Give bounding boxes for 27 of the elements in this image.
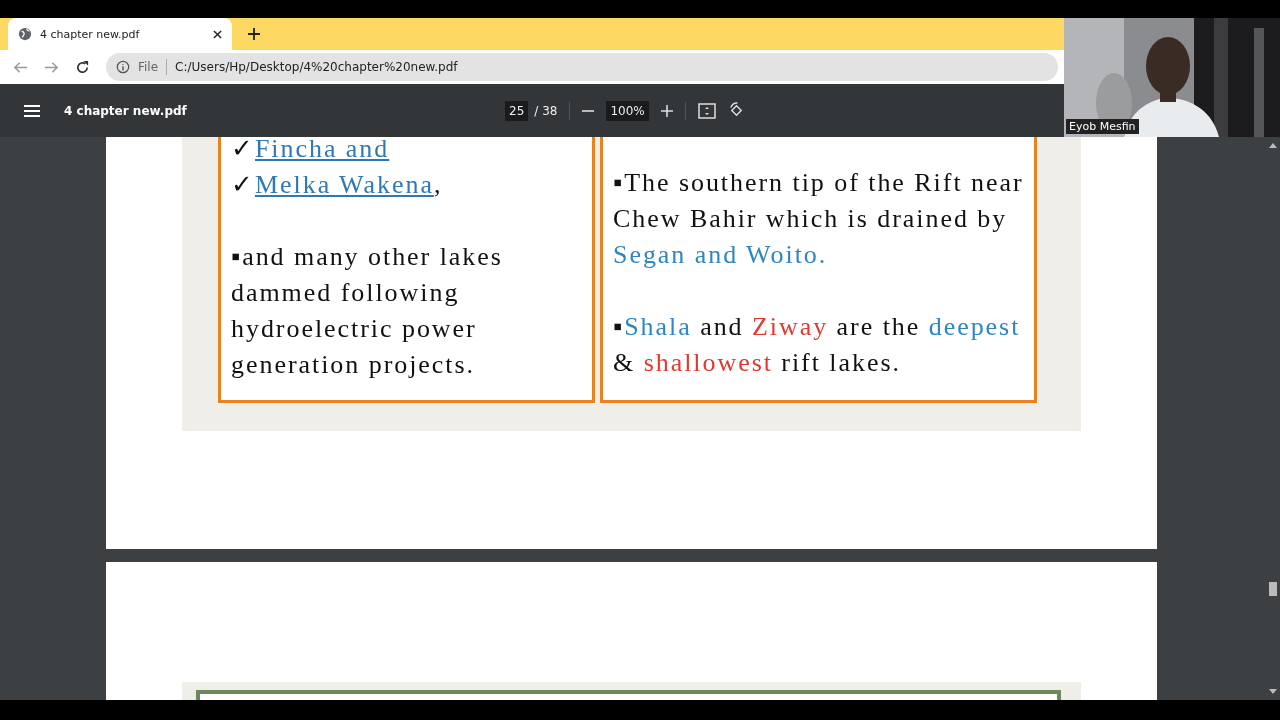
fit-page-icon[interactable] (697, 102, 716, 119)
paragraph: ▪Shala and Ziway are the deepest & shallowest rift lakes. (613, 311, 1022, 379)
scroll-down-icon[interactable] (1268, 689, 1277, 694)
browser-tab[interactable]: 4 chapter new.pdf (8, 18, 232, 50)
scroll-up-icon[interactable] (1268, 143, 1277, 148)
menu-icon[interactable] (24, 104, 40, 117)
check-mark: ✓ (231, 137, 255, 163)
paragraph: ▪The southern tip of the Rift near Chew Bahir which is drained by Segan and Woito. (613, 167, 1025, 271)
zoom-in-icon[interactable] (660, 104, 673, 117)
paragraph: ▪and many other lakes dammed following hydroelectric power generation projects. (231, 241, 504, 381)
info-icon (116, 60, 130, 74)
page-number-field[interactable]: 25 (505, 100, 529, 121)
document-title: 4 chapter new.pdf (64, 103, 187, 118)
comma: , (433, 170, 443, 199)
globe-icon (18, 27, 32, 41)
new-tab-icon[interactable] (248, 28, 260, 40)
page-count: / 38 (534, 103, 558, 118)
lake-link[interactable]: Fincha and (254, 137, 390, 163)
reload-icon[interactable] (75, 59, 90, 75)
close-icon[interactable] (213, 29, 222, 39)
participant-name: Eyob Mesfin (1066, 119, 1139, 134)
lake-link[interactable]: Melka Wakena (254, 170, 434, 199)
scrollbar-thumb[interactable] (1268, 581, 1277, 596)
zoom-field[interactable]: 100% (606, 100, 649, 121)
check-mark: ✓ (231, 170, 255, 199)
address-field[interactable]: File C:/Users/Hp/Desktop/4%20chapter%20new.pdf (106, 53, 1058, 81)
rotate-icon[interactable] (727, 102, 745, 119)
